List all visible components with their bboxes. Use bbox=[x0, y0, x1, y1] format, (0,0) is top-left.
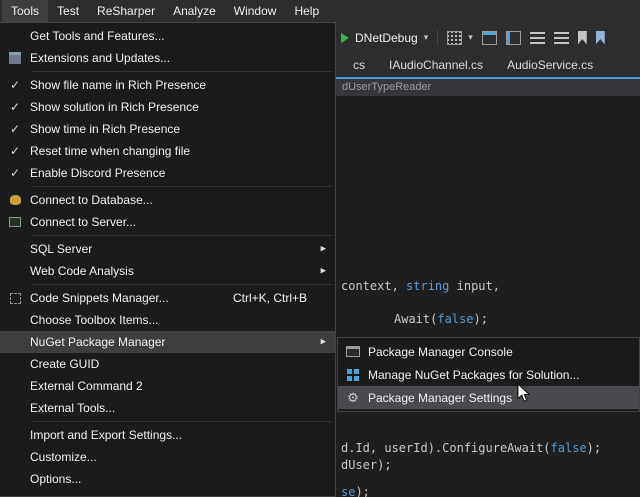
database-icon bbox=[10, 195, 21, 205]
indent-increase-icon[interactable] bbox=[554, 32, 569, 44]
code-line: dUser); bbox=[341, 458, 392, 472]
grid-icon bbox=[447, 31, 462, 45]
menu-item-enable-discord-presence[interactable]: ✓ Enable Discord Presence bbox=[0, 162, 335, 184]
menubar: Tools Test ReSharper Analyze Window Help bbox=[0, 0, 640, 22]
menu-item-connect-to-database[interactable]: Connect to Database... bbox=[0, 189, 335, 211]
start-debug-button[interactable]: DNetDebug ▾ bbox=[341, 31, 428, 45]
menu-item-web-code-analysis[interactable]: Web Code Analysis ▶ bbox=[0, 260, 335, 282]
submenu-arrow-icon: ▶ bbox=[321, 339, 326, 346]
submenu-arrow-icon: ▶ bbox=[321, 246, 326, 253]
chevron-down-icon: ▾ bbox=[424, 33, 429, 42]
menu-item-choose-toolbox-items[interactable]: Choose Toolbox Items... bbox=[0, 309, 335, 331]
code-line: se); bbox=[341, 485, 370, 497]
code-line: context, string input, bbox=[341, 279, 500, 293]
menu-item-code-snippets-manager[interactable]: Code Snippets Manager... Ctrl+K, Ctrl+B bbox=[0, 287, 335, 309]
checkmark-icon: ✓ bbox=[10, 79, 20, 91]
chevron-down-icon: ▾ bbox=[468, 33, 473, 42]
menu-item-options[interactable]: Options... bbox=[0, 468, 335, 490]
open-window-icon[interactable] bbox=[506, 31, 521, 45]
mouse-cursor bbox=[517, 383, 531, 404]
code-line: Await(false); bbox=[394, 312, 488, 326]
snippets-icon bbox=[10, 293, 21, 304]
code-line: d.Id, userId).ConfigureAwait(false); bbox=[341, 441, 601, 455]
checkmark-icon: ✓ bbox=[10, 101, 20, 113]
menu-item-customize[interactable]: Customize... bbox=[0, 446, 335, 468]
server-icon bbox=[9, 217, 21, 227]
bookmark-next-icon[interactable] bbox=[596, 31, 605, 45]
menu-item-extensions-and-updates[interactable]: Extensions and Updates... bbox=[0, 47, 335, 69]
bookmark-icon[interactable] bbox=[578, 31, 587, 45]
menu-item-reset-time[interactable]: ✓ Reset time when changing file bbox=[0, 140, 335, 162]
menu-item-nuget-package-manager[interactable]: NuGet Package Manager ▶ bbox=[0, 331, 335, 353]
new-window-icon[interactable] bbox=[482, 31, 497, 45]
toolbar-dropdown-button[interactable]: ▾ bbox=[447, 31, 473, 45]
tools-menu: Get Tools and Features... Extensions and… bbox=[0, 22, 336, 497]
submenu-item-package-manager-settings[interactable]: ⚙ Package Manager Settings bbox=[338, 386, 639, 409]
submenu-item-package-manager-console[interactable]: Package Manager Console bbox=[338, 340, 639, 363]
checkmark-icon: ✓ bbox=[10, 123, 20, 135]
menu-tools[interactable]: Tools bbox=[2, 0, 48, 22]
menu-help[interactable]: Help bbox=[285, 0, 328, 22]
console-icon bbox=[346, 346, 360, 357]
shortcut-label: Ctrl+K, Ctrl+B bbox=[233, 291, 307, 305]
tab-iaudiochannel[interactable]: IAudioChannel.cs bbox=[377, 53, 495, 77]
menu-test[interactable]: Test bbox=[48, 0, 88, 22]
menu-item-import-export-settings[interactable]: Import and Export Settings... bbox=[0, 424, 335, 446]
indent-decrease-icon[interactable] bbox=[530, 32, 545, 44]
tab-audioservice[interactable]: AudioService.cs bbox=[495, 53, 605, 77]
menu-item-connect-to-server[interactable]: Connect to Server... bbox=[0, 211, 335, 233]
menu-item-external-tools[interactable]: External Tools... bbox=[0, 397, 335, 419]
toolbar-separator bbox=[437, 30, 438, 46]
debug-target-label: DNetDebug bbox=[355, 31, 418, 45]
checkmark-icon: ✓ bbox=[10, 145, 20, 157]
play-icon bbox=[341, 33, 349, 43]
menu-item-show-file-name[interactable]: ✓ Show file name in Rich Presence bbox=[0, 74, 335, 96]
nuget-submenu: Package Manager Console Manage NuGet Pac… bbox=[337, 337, 640, 412]
tab-partial[interactable]: cs bbox=[341, 53, 377, 77]
submenu-item-manage-nuget-packages[interactable]: Manage NuGet Packages for Solution... bbox=[338, 363, 639, 386]
checkmark-icon: ✓ bbox=[10, 167, 20, 179]
vs-window: Tools Test ReSharper Analyze Window Help… bbox=[0, 0, 640, 497]
menu-item-get-tools[interactable]: Get Tools and Features... bbox=[0, 25, 335, 47]
gear-icon: ⚙ bbox=[347, 391, 359, 404]
extensions-icon bbox=[9, 52, 21, 64]
menu-item-create-guid[interactable]: Create GUID bbox=[0, 353, 335, 375]
submenu-arrow-icon: ▶ bbox=[321, 268, 326, 275]
menu-resharper[interactable]: ReSharper bbox=[88, 0, 164, 22]
packages-icon bbox=[347, 369, 359, 381]
menu-window[interactable]: Window bbox=[225, 0, 286, 22]
menu-item-show-time[interactable]: ✓ Show time in Rich Presence bbox=[0, 118, 335, 140]
menu-item-external-command-2[interactable]: External Command 2 bbox=[0, 375, 335, 397]
menu-item-sql-server[interactable]: SQL Server ▶ bbox=[0, 238, 335, 260]
menu-analyze[interactable]: Analyze bbox=[164, 0, 225, 22]
menu-item-show-solution[interactable]: ✓ Show solution in Rich Presence bbox=[0, 96, 335, 118]
